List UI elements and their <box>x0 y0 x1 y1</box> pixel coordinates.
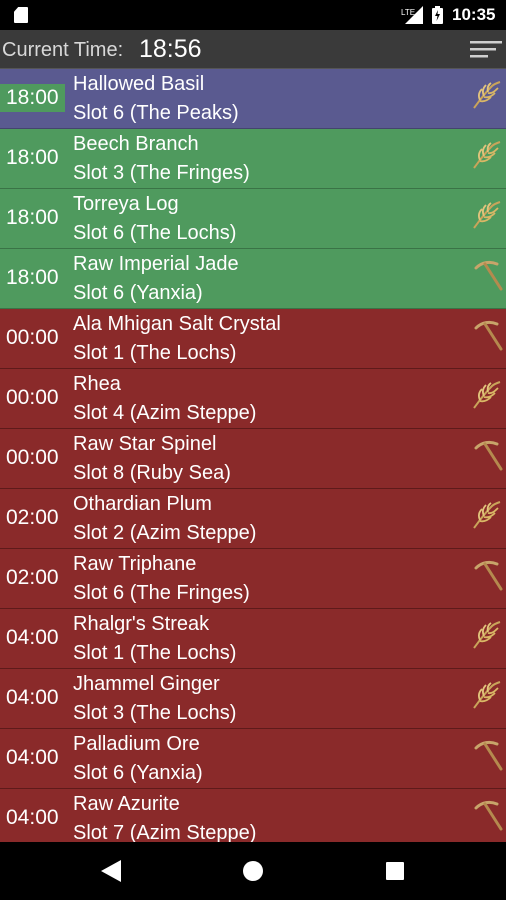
sort-menu-icon[interactable] <box>470 40 502 62</box>
node-slot: Slot 4 (Azim Steppe) <box>73 402 257 424</box>
sickle-icon <box>470 498 504 532</box>
node-slot: Slot 6 (The Fringes) <box>73 582 250 604</box>
node-slot: Slot 8 (Ruby Sea) <box>73 462 231 484</box>
node-time: 02:00 <box>6 506 59 529</box>
pickaxe-icon <box>470 558 504 592</box>
node-time: 02:00 <box>6 566 59 589</box>
sickle-icon <box>470 198 504 232</box>
node-time: 18:00 <box>6 266 59 289</box>
node-row[interactable]: 04:00 Jhammel Ginger Slot 3 (The Lochs) <box>0 669 506 729</box>
node-time: 04:00 <box>6 626 59 649</box>
navigation-bar <box>0 842 506 900</box>
recents-icon[interactable] <box>386 862 404 880</box>
node-time: 00:00 <box>6 386 59 409</box>
sickle-icon <box>470 678 504 712</box>
node-slot: Slot 3 (The Fringes) <box>73 162 250 184</box>
node-slot: Slot 6 (The Lochs) <box>73 222 237 244</box>
node-row[interactable]: 04:00 Rhalgr's Streak Slot 1 (The Lochs) <box>0 609 506 669</box>
node-time: 04:00 <box>6 686 59 709</box>
status-bar: LTE 10:35 <box>0 0 506 30</box>
svg-text:LTE: LTE <box>401 8 415 17</box>
node-name: Raw Triphane <box>73 553 197 575</box>
node-row[interactable]: 02:00 Raw Triphane Slot 6 (The Fringes) <box>0 549 506 609</box>
pickaxe-icon <box>470 798 504 832</box>
pickaxe-icon <box>470 738 504 772</box>
node-slot: Slot 7 (Azim Steppe) <box>73 822 257 842</box>
sickle-icon <box>470 378 504 412</box>
node-time: 00:00 <box>6 446 59 469</box>
node-name: Palladium Ore <box>73 733 200 755</box>
sickle-icon <box>470 78 504 112</box>
node-row[interactable]: 18:00 Beech Branch Slot 3 (The Fringes) <box>0 129 506 189</box>
node-row[interactable]: 00:00 Rhea Slot 4 (Azim Steppe) <box>0 369 506 429</box>
current-time-label: Current Time: <box>2 39 124 61</box>
node-time: 18:00 <box>0 84 65 112</box>
node-row[interactable]: 18:00 Hallowed Basil Slot 6 (The Peaks) <box>0 69 506 129</box>
node-row[interactable]: 18:00 Raw Imperial Jade Slot 6 (Yanxia) <box>0 249 506 309</box>
node-time: 04:00 <box>6 746 59 769</box>
pickaxe-icon <box>470 318 504 352</box>
back-icon[interactable] <box>101 860 121 882</box>
sd-card-icon <box>14 7 28 23</box>
node-time: 18:00 <box>6 206 59 229</box>
gathering-node-list[interactable]: 18:00 Hallowed Basil Slot 6 (The Peaks) 18:… <box>0 69 506 842</box>
node-name: Ala Mhigan Salt Crystal <box>73 313 281 335</box>
lte-signal-icon: LTE <box>401 6 423 24</box>
node-name: Rhalgr's Streak <box>73 613 210 635</box>
node-slot: Slot 3 (The Lochs) <box>73 702 237 724</box>
node-name: Hallowed Basil <box>73 73 205 95</box>
node-name: Rhea <box>73 373 121 395</box>
node-time: 00:00 <box>6 326 59 349</box>
battery-icon <box>432 6 443 24</box>
node-slot: Slot 6 (Yanxia) <box>73 762 203 784</box>
node-row[interactable]: 00:00 Raw Star Spinel Slot 8 (Ruby Sea) <box>0 429 506 489</box>
pickaxe-icon <box>470 258 504 292</box>
node-name: Raw Star Spinel <box>73 433 217 455</box>
node-name: Raw Imperial Jade <box>73 253 239 275</box>
sickle-icon <box>470 618 504 652</box>
node-row[interactable]: 04:00 Palladium Ore Slot 6 (Yanxia) <box>0 729 506 789</box>
node-name: Othardian Plum <box>73 493 212 515</box>
node-slot: Slot 6 (The Peaks) <box>73 102 239 124</box>
node-slot: Slot 6 (Yanxia) <box>73 282 203 304</box>
pickaxe-icon <box>470 438 504 472</box>
node-slot: Slot 1 (The Lochs) <box>73 642 237 664</box>
node-time: 04:00 <box>6 806 59 829</box>
node-row[interactable]: 00:00 Ala Mhigan Salt Crystal Slot 1 (The … <box>0 309 506 369</box>
node-time: 18:00 <box>6 146 59 169</box>
status-clock: 10:35 <box>452 5 496 24</box>
node-row[interactable]: 02:00 Othardian Plum Slot 2 (Azim Steppe) <box>0 489 506 549</box>
sickle-icon <box>470 138 504 172</box>
node-name: Raw Azurite <box>73 793 180 815</box>
toolbar: Current Time: 18:56 <box>0 30 506 69</box>
node-name: Beech Branch <box>73 133 199 155</box>
node-slot: Slot 1 (The Lochs) <box>73 342 237 364</box>
node-name: Torreya Log <box>73 193 179 215</box>
home-icon[interactable] <box>243 861 263 881</box>
node-name: Jhammel Ginger <box>73 673 220 695</box>
node-row[interactable]: 04:00 Raw Azurite Slot 7 (Azim Steppe) <box>0 789 506 842</box>
node-row[interactable]: 18:00 Torreya Log Slot 6 (The Lochs) <box>0 189 506 249</box>
current-time-value: 18:56 <box>139 35 202 63</box>
node-slot: Slot 2 (Azim Steppe) <box>73 522 257 544</box>
